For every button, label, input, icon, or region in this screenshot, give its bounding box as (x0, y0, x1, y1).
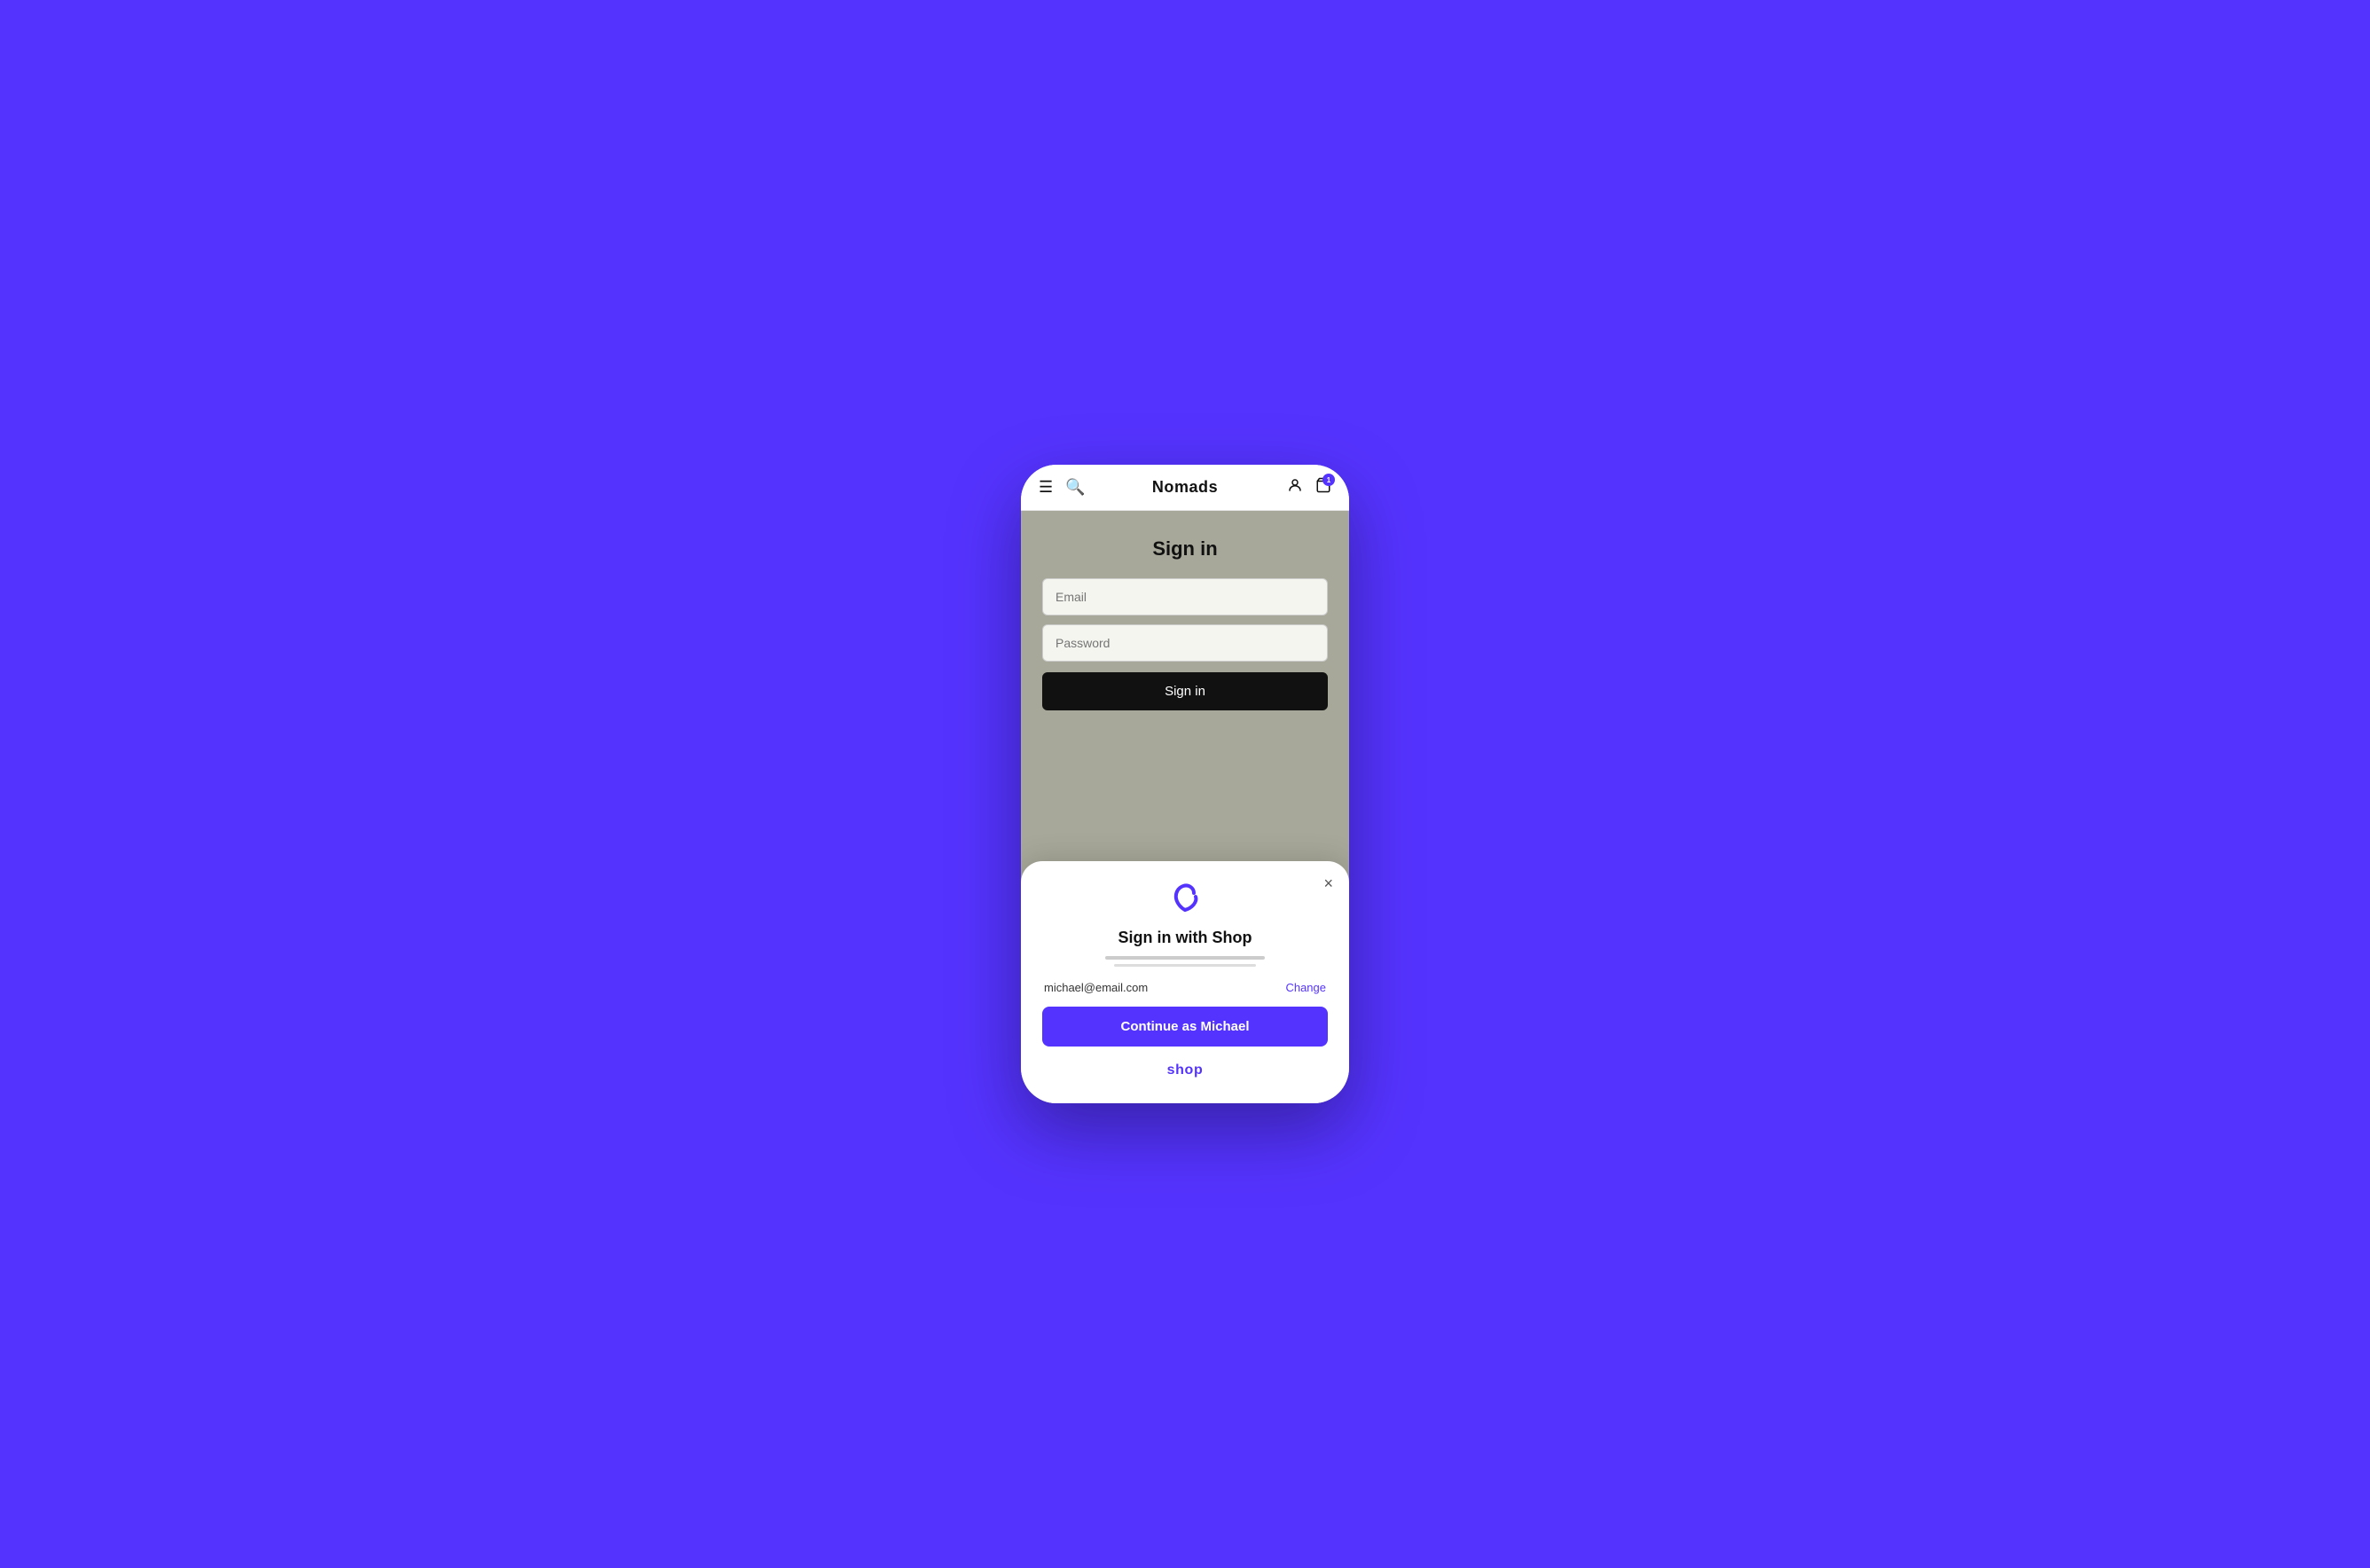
divider-thin (1114, 964, 1256, 967)
signin-title: Sign in (1152, 537, 1217, 561)
modal-title: Sign in with Shop (1042, 929, 1328, 947)
modal-close-button[interactable]: × (1323, 875, 1333, 891)
signin-background: Sign in Sign in × Sign in with Shop mich… (1021, 511, 1349, 1103)
user-email: michael@email.com (1044, 981, 1148, 994)
change-email-button[interactable]: Change (1285, 981, 1326, 994)
password-input[interactable] (1042, 624, 1328, 662)
continue-button[interactable]: Continue as Michael (1042, 1007, 1328, 1047)
search-icon[interactable]: 🔍 (1065, 478, 1085, 497)
email-input[interactable] (1042, 578, 1328, 615)
navbar-title: Nomads (1152, 478, 1218, 497)
signin-button[interactable]: Sign in (1042, 672, 1328, 710)
divider-thick (1105, 956, 1265, 960)
navbar-right: 1 (1287, 477, 1331, 498)
modal-dividers (1042, 956, 1328, 967)
email-row: michael@email.com Change (1042, 981, 1328, 994)
account-icon[interactable] (1287, 477, 1303, 498)
shop-modal: × Sign in with Shop michael@email.com Ch… (1021, 861, 1349, 1103)
navbar-left: ☰ 🔍 (1039, 478, 1086, 497)
menu-icon[interactable]: ☰ (1039, 478, 1053, 497)
cart-badge-count: 1 (1322, 474, 1335, 486)
navbar: ☰ 🔍 Nomads 1 (1021, 465, 1349, 511)
shop-logo-icon (1042, 879, 1328, 918)
phone-frame: ☰ 🔍 Nomads 1 Sign in Sign in (1021, 465, 1349, 1103)
shop-wordmark: shop (1042, 1062, 1328, 1078)
cart-icon-wrapper[interactable]: 1 (1315, 477, 1331, 498)
